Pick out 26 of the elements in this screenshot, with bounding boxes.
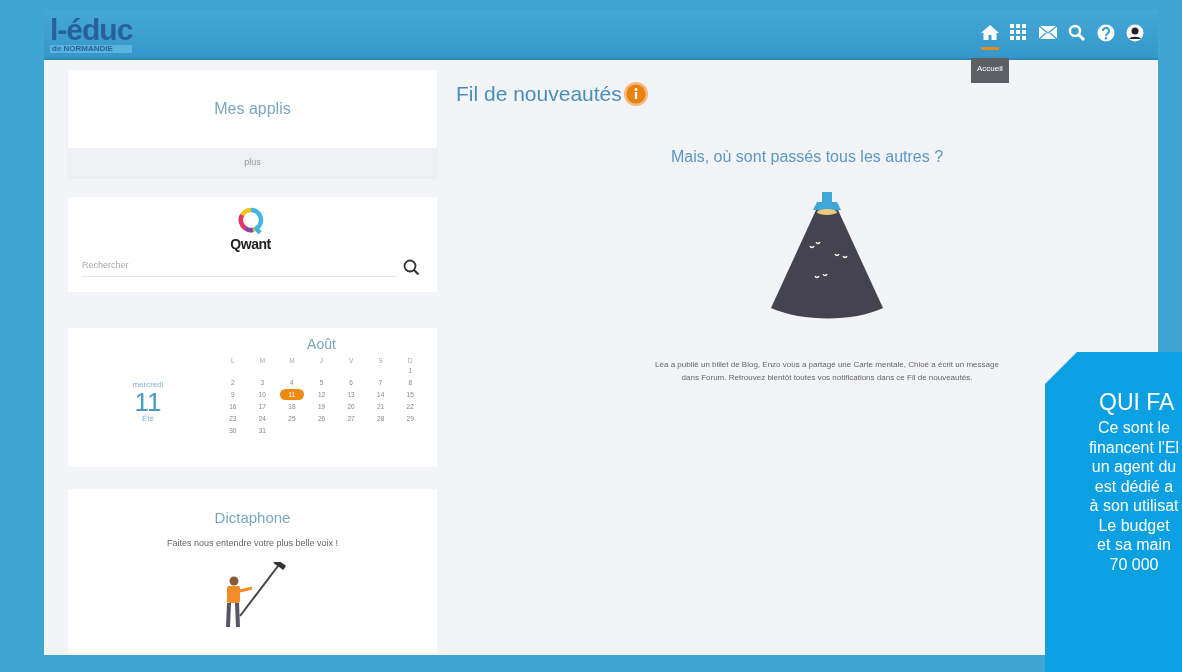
- callout-title: QUI FA: [1099, 388, 1176, 416]
- weekday-label: mercredi: [132, 380, 164, 389]
- mail-icon[interactable]: [1039, 24, 1057, 42]
- season-label: Été: [142, 414, 154, 423]
- card-title: Mes applis: [213, 99, 292, 119]
- brand-name: Qwant: [230, 236, 271, 252]
- day-number: 11: [134, 388, 162, 415]
- help-icon[interactable]: [1097, 24, 1115, 42]
- feed-subtitle: Mais, où sont passés tous les autres ?: [669, 148, 945, 166]
- callout-text: Ce sont le financent l'El un agent du est dédié a à son utilisat Le budget et sa main 70 000: [1087, 418, 1181, 574]
- month-title: Août: [306, 336, 337, 352]
- tooltip: Accueil: [971, 58, 1009, 83]
- logo-subtitle: de NORMANDIE: [50, 45, 133, 53]
- home-icon[interactable]: [981, 24, 999, 42]
- logo-wordmark[interactable]: l-éduc: [50, 15, 133, 45]
- info-icon[interactable]: [623, 82, 648, 106]
- qwant-logo-icon: [237, 207, 264, 235]
- feed-description: Léa a publié un billet de Blog, Enzo vous a partagé une Carte mentale, Chloé a écrit un message dans Forum. Retrouvez bientôt toutes vos notifications dans ce Fil de nouveautés.: [654, 359, 1000, 384]
- more-link[interactable]: plus: [68, 148, 437, 177]
- search-field[interactable]: Rechercher: [82, 256, 397, 277]
- card-title: Dictaphone: [214, 509, 291, 526]
- grid-icon[interactable]: [1010, 24, 1028, 42]
- user-icon[interactable]: [1126, 24, 1144, 42]
- search-icon[interactable]: [403, 258, 419, 275]
- card-description: Faites nous entendre votre plus belle voix !: [166, 538, 339, 548]
- feed-title: Fil de nouveautés: [456, 82, 622, 106]
